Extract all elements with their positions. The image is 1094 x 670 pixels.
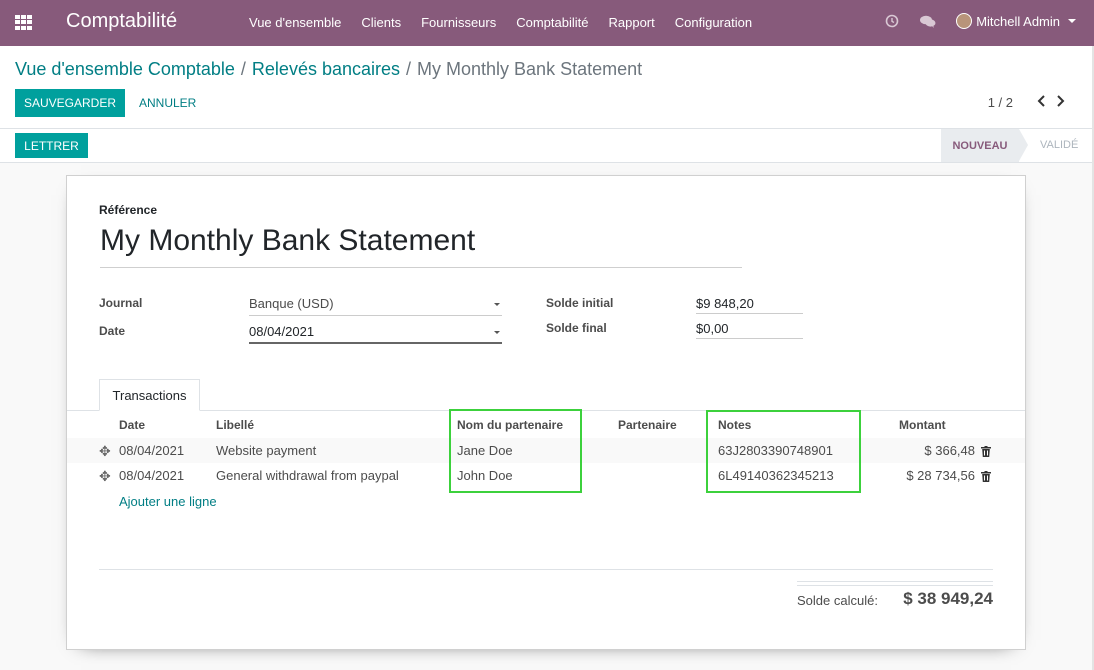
status-bar: LETTRER NOUVEAU VALIDÉ [0,129,1094,163]
breadcrumb-separator: / [240,59,246,79]
cell-date[interactable]: 08/04/2021 [119,468,184,483]
user-avatar[interactable] [956,13,973,29]
pager-value[interactable]: 1 / 2 [988,95,1013,110]
balance-end-input[interactable]: $0,00 [696,321,803,339]
chevron-right-icon[interactable] [1056,95,1065,110]
cell-label[interactable]: General withdrawal from paypal [216,468,399,483]
table-footer-divider [99,569,993,570]
trash-icon[interactable] [981,445,991,460]
journal-select[interactable]: Banque (USD) [249,296,502,316]
tab-transactions[interactable]: Transactions [99,379,200,411]
cell-label[interactable]: Website payment [216,443,316,458]
totals-divider [797,585,993,586]
menu-item-overview[interactable]: Vue d'ensemble [249,15,341,30]
date-label: Date [99,324,126,338]
discard-button[interactable]: ANNULER [139,96,196,110]
chevron-down-icon[interactable] [1068,19,1076,23]
form-sheet: Référence My Monthly Bank Statement Jour… [66,175,1026,650]
column-header-date[interactable]: Date [119,418,145,432]
reconcile-button[interactable]: LETTRER [15,133,88,158]
apps-menu-icon[interactable] [15,15,32,30]
menu-item-configuration[interactable]: Configuration [675,15,752,30]
drag-handle-icon[interactable]: ✥ [99,468,111,485]
chat-icon[interactable] [920,15,936,28]
journal-value: Banque (USD) [249,296,334,311]
column-header-amount[interactable]: Montant [899,418,946,432]
drag-handle-icon[interactable]: ✥ [99,443,111,460]
breadcrumb-current: My Monthly Bank Statement [417,59,643,79]
chevron-left-icon[interactable] [1037,95,1046,110]
dropdown-caret-icon [494,331,500,334]
balance-start-value: 9 848,20 [703,296,754,311]
navbar-systray: Mitchell Admin [885,13,1076,29]
breadcrumb-item-overview[interactable]: Vue d'ensemble Comptable [15,59,235,79]
top-navbar: Comptabilité Vue d'ensemble Clients Four… [0,0,1094,46]
totals-divider [797,581,993,582]
column-header-label[interactable]: Libellé [216,418,254,432]
breadcrumb-item-statements[interactable]: Relevés bancaires [252,59,400,79]
dropdown-caret-icon [494,303,500,306]
balance-end-value: 0,00 [703,321,729,336]
status-validated[interactable]: VALIDÉ [1040,139,1078,151]
menu-item-accounting[interactable]: Comptabilité [516,15,588,30]
control-panel: Vue d'ensemble Comptable / Relevés bancair… [0,46,1094,129]
menu-item-reporting[interactable]: Rapport [609,15,655,30]
main-menu: Vue d'ensemble Clients Fournisseurs Comp… [249,15,772,30]
computed-balance-label: Solde calculé: [797,593,878,608]
menu-item-vendors[interactable]: Fournisseurs [421,15,496,30]
status-new[interactable]: NOUVEAU [941,129,1028,162]
highlight-partner-name-column [449,409,582,493]
date-input[interactable]: 08/04/2021 [249,324,502,344]
app-title[interactable]: Comptabilité [66,10,177,33]
user-name[interactable]: Mitchell Admin [976,14,1060,29]
column-header-partner[interactable]: Partenaire [618,418,677,432]
breadcrumb-separator: / [406,59,412,79]
pager: 1 / 2 [988,95,1065,110]
balance-start-input[interactable]: $9 848,20 [696,296,803,314]
menu-item-customers[interactable]: Clients [361,15,401,30]
date-value: 08/04/2021 [249,324,315,339]
cell-amount[interactable]: $ 28 734,56 [906,468,975,483]
reference-label: Référence [99,203,158,217]
trash-icon[interactable] [981,470,991,485]
reference-input[interactable]: My Monthly Bank Statement [100,224,742,268]
balance-end-label: Solde final [546,321,607,335]
add-line-link[interactable]: Ajouter une ligne [119,494,217,509]
cell-amount[interactable]: $ 366,48 [924,443,975,458]
breadcrumb: Vue d'ensemble Comptable / Relevés bancair… [15,59,642,80]
computed-balance-value: $ 38 949,24 [903,589,993,608]
save-button[interactable]: SAUVEGARDER [15,89,125,117]
balance-start-label: Solde initial [546,296,614,310]
cell-date[interactable]: 08/04/2021 [119,443,184,458]
highlight-notes-column [706,410,861,493]
clock-icon[interactable] [885,14,899,28]
journal-label: Journal [99,296,143,310]
